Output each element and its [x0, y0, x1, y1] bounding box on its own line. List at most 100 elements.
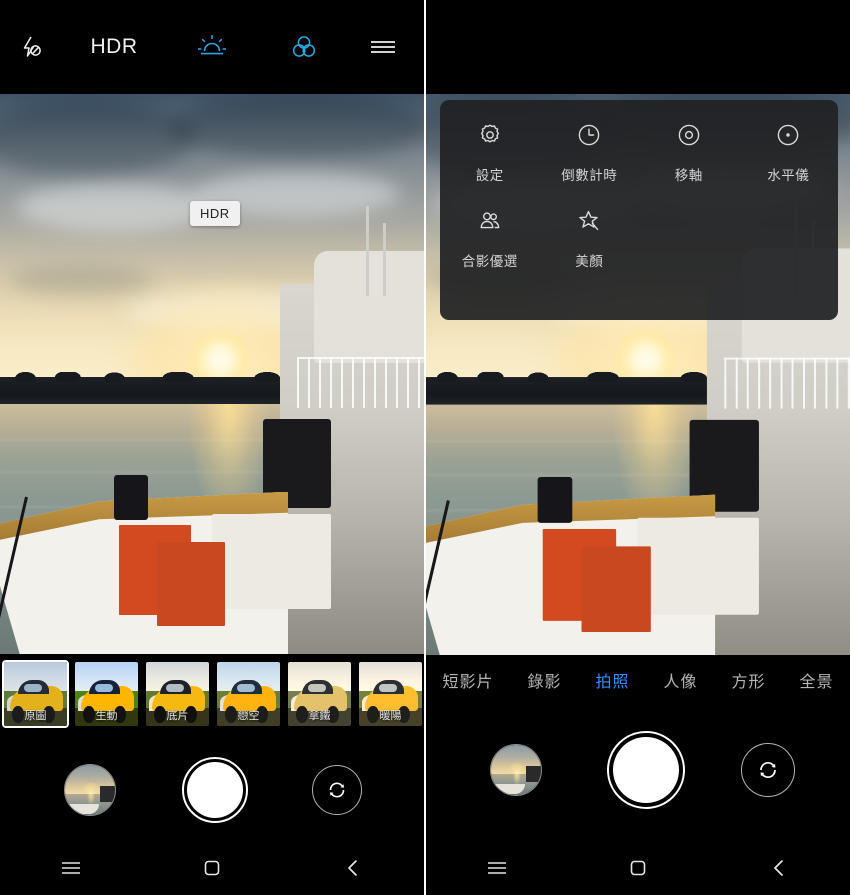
right-viewfinder[interactable]: 設定 倒數計時 移軸 水平儀 合影優選 美顏 — [426, 94, 850, 655]
deck-box-red-2 — [581, 546, 651, 632]
camera-top-toolbar-right — [426, 0, 850, 94]
home-button[interactable] — [141, 858, 282, 883]
filter-button[interactable] — [258, 0, 350, 94]
menu-item-group-photo[interactable]: 合影優選 — [440, 208, 540, 270]
home-icon — [628, 858, 648, 883]
flash-toggle-button[interactable] — [0, 0, 62, 94]
sunrise-mode-button[interactable] — [166, 0, 258, 94]
filter-item[interactable]: 生動 — [73, 660, 140, 728]
recents-icon — [486, 860, 508, 881]
menu-item-label: 合影優選 — [461, 254, 518, 269]
filter-item[interactable]: 拿鐵 — [286, 660, 353, 728]
more-options-button[interactable] — [350, 0, 424, 94]
right-navigation-bar — [426, 845, 850, 895]
recents-icon — [60, 860, 82, 881]
recents-button[interactable] — [426, 860, 567, 881]
filter-item[interactable]: 戀空 — [215, 660, 282, 728]
hdr-tooltip: HDR — [190, 201, 240, 226]
switch-camera-icon — [741, 743, 795, 797]
filter-strip[interactable]: 原圖 生動 底片 戀空 拿鐵 暖陽 — [0, 658, 424, 730]
shutter-ring — [182, 757, 248, 823]
right-camera-screen: 設定 倒數計時 移軸 水平儀 合影優選 美顏 短影片 錄影 拍照 人像 方形 全… — [426, 0, 850, 895]
menu-item-tilt-shift[interactable]: 移軸 — [639, 122, 739, 184]
camera-preview-harbor-sunset — [0, 94, 424, 654]
outboard-motor — [538, 477, 573, 524]
beauty-wand-icon — [576, 208, 602, 239]
filter-label: 底片 — [166, 710, 189, 722]
mode-tab-square[interactable]: 方形 — [732, 668, 766, 692]
menu-cell-empty — [639, 208, 739, 270]
flash-off-icon — [18, 34, 44, 60]
menu-row: 合影優選 美顏 — [440, 208, 838, 270]
back-icon — [344, 858, 362, 883]
filter-circles-icon — [289, 32, 319, 62]
shutter-button[interactable] — [606, 731, 686, 809]
camera-top-toolbar: HDR — [0, 0, 424, 94]
filter-label: 生動 — [95, 710, 118, 722]
deck-box-white — [212, 514, 331, 610]
mast — [382, 222, 386, 296]
left-navigation-bar — [0, 845, 424, 895]
outboard-motor — [114, 474, 149, 520]
left-capture-controls — [0, 750, 424, 830]
gallery-thumbnail — [64, 764, 116, 816]
left-viewfinder[interactable]: HDR — [0, 94, 424, 654]
deck-box-white — [637, 517, 759, 615]
filter-item[interactable]: 暖陽 — [357, 660, 424, 728]
mode-tab-photo[interactable]: 拍照 — [595, 668, 629, 692]
foreground-boats — [0, 94, 424, 654]
filter-label: 暖陽 — [379, 710, 402, 722]
shutter-inner — [187, 762, 243, 818]
mode-tab-video[interactable]: 錄影 — [527, 668, 561, 692]
right-capture-controls — [426, 730, 850, 810]
menu-row: 設定 倒數計時 移軸 水平儀 — [440, 122, 838, 184]
clock-icon — [576, 122, 602, 153]
back-button[interactable] — [283, 858, 424, 883]
home-button[interactable] — [567, 858, 708, 883]
capture-mode-tabs[interactable]: 短影片 錄影 拍照 人像 方形 全景 — [426, 668, 850, 692]
gear-icon — [477, 122, 503, 153]
menu-item-settings[interactable]: 設定 — [440, 122, 540, 184]
mast — [365, 206, 369, 296]
back-icon — [770, 858, 788, 883]
boat-railing — [296, 357, 424, 408]
menu-item-label: 美顏 — [575, 254, 604, 269]
menu-item-label: 移軸 — [674, 168, 703, 183]
menu-item-beauty[interactable]: 美顏 — [540, 208, 640, 270]
shutter-button[interactable] — [180, 757, 250, 823]
settings-overlay-menu: 設定 倒數計時 移軸 水平儀 合影優選 美顏 — [440, 100, 838, 320]
filter-item[interactable]: 底片 — [144, 660, 211, 728]
boat-railing — [724, 357, 850, 409]
hdr-toggle-button[interactable]: HDR — [62, 0, 166, 94]
filter-item[interactable]: 原圖 — [2, 660, 69, 728]
hamburger-menu-icon — [368, 37, 398, 57]
deck-box-red-2 — [156, 542, 225, 626]
menu-item-countdown-timer[interactable]: 倒數計時 — [540, 122, 640, 184]
level-icon — [775, 122, 801, 153]
menu-cell-empty — [739, 208, 839, 270]
tilt-shift-icon — [676, 122, 702, 153]
filter-label: 拿鐵 — [308, 710, 331, 722]
switch-camera-icon — [312, 765, 362, 815]
shutter-inner — [613, 737, 679, 803]
recents-button[interactable] — [0, 860, 141, 881]
gallery-button[interactable] — [426, 744, 606, 796]
gallery-thumbnail — [490, 744, 542, 796]
screenshot-stage: HDR HDR 原圖 生動 底片 戀空 拿鐵 暖陽 設定 倒數計時 移軸 水平儀… — [0, 0, 850, 895]
mode-tab-short-video[interactable]: 短影片 — [442, 668, 493, 692]
mode-tab-portrait[interactable]: 人像 — [664, 668, 698, 692]
switch-camera-button[interactable] — [686, 743, 850, 797]
switch-camera-button[interactable] — [250, 765, 424, 815]
menu-item-level[interactable]: 水平儀 — [739, 122, 839, 184]
back-button[interactable] — [709, 858, 850, 883]
filter-label: 戀空 — [237, 710, 260, 722]
hdr-label: HDR — [90, 35, 138, 58]
gallery-button[interactable] — [0, 764, 180, 816]
shutter-ring — [607, 731, 685, 809]
mode-tab-panorama[interactable]: 全景 — [800, 668, 834, 692]
home-icon — [202, 858, 222, 883]
menu-item-label: 倒數計時 — [561, 168, 618, 183]
left-camera-screen: HDR HDR 原圖 生動 底片 戀空 拿鐵 暖陽 — [0, 0, 424, 895]
menu-item-label: 水平儀 — [767, 168, 810, 183]
filter-label: 原圖 — [24, 710, 47, 722]
